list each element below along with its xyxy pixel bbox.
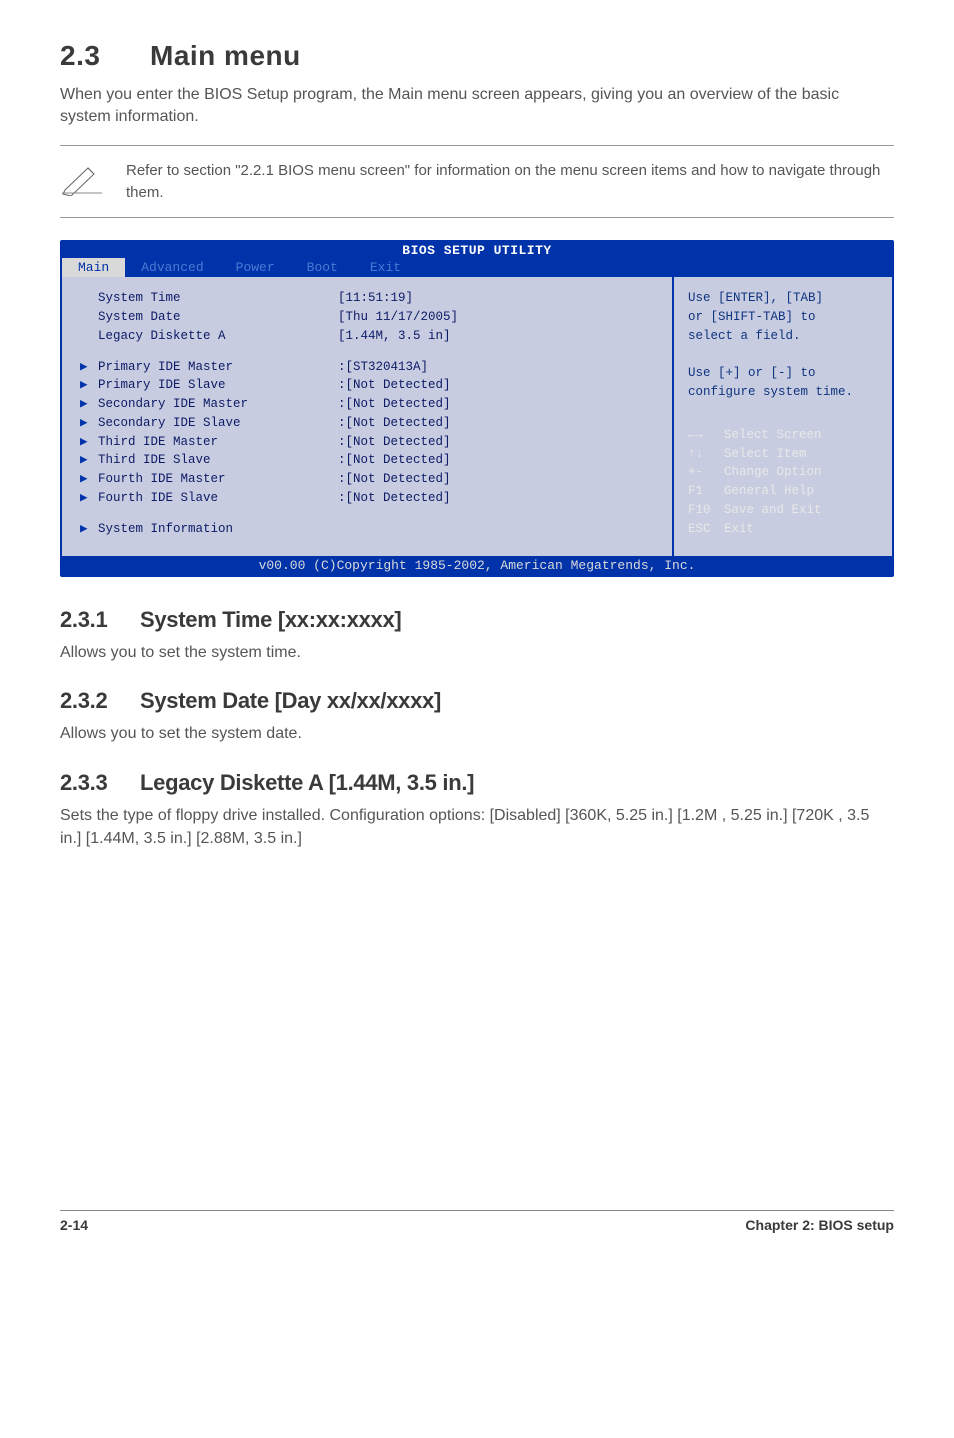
subsection-title-text: Legacy Diskette A [1.44M, 3.5 in.] [140,770,474,795]
row-value: [11:51:19] [338,289,413,308]
intro-paragraph: When you enter the BIOS Setup program, t… [60,84,894,129]
row-value: :[Not Detected] [338,470,451,489]
subsection-number: 2.3.2 [60,688,140,714]
bios-main-panel: System Time[11:51:19] System Date[Thu 11… [62,277,672,556]
hint-desc: Exit [724,522,754,536]
note-box: Refer to section "2.2.1 BIOS menu screen… [60,145,894,219]
bios-tabs: Main Advanced Power Boot Exit [62,258,892,277]
triangle-icon: ▶ [80,470,98,489]
bios-copyright: v00.00 (C)Copyright 1985-2002, American … [62,556,892,575]
row-label: Primary IDE Slave [98,376,338,395]
bios-screenshot: BIOS SETUP UTILITY Main Advanced Power B… [60,240,894,577]
row-label: Fourth IDE Slave [98,489,338,508]
row-value: [Thu 11/17/2005] [338,308,458,327]
subsection-title: 2.3.3Legacy Diskette A [1.44M, 3.5 in.] [60,770,894,796]
hint-key: ↑↓ [688,445,724,464]
triangle-icon: ▶ [80,395,98,414]
bios-help-panel: Use [ENTER], [TAB] or [SHIFT-TAB] to sel… [672,277,892,556]
triangle-icon: ▶ [80,414,98,433]
note-text: Refer to section "2.2.1 BIOS menu screen… [126,160,894,204]
tab-boot: Boot [291,258,354,277]
row-value: :[Not Detected] [338,451,451,470]
row-label: System Date [98,308,338,327]
subsection-title-text: System Date [Day xx/xx/xxxx] [140,688,441,713]
row-value: :[Not Detected] [338,489,451,508]
hint-key: F1 [688,482,724,501]
subsection-body: Allows you to set the system time. [60,641,894,664]
row-value: :[Not Detected] [338,395,451,414]
row-label: Primary IDE Master [98,358,338,377]
page-footer: 2-14 Chapter 2: BIOS setup [60,1210,894,1233]
page-number: 2-14 [60,1217,88,1233]
row-label: System Information [98,520,338,539]
triangle-icon: ▶ [80,489,98,508]
hint-desc: Select Screen [724,428,822,442]
bios-key-hints: ←→Select Screen ↑↓Select Item +-Change O… [688,426,880,539]
tab-main: Main [62,258,125,277]
triangle-icon: ▶ [80,358,98,377]
bios-title: BIOS SETUP UTILITY [62,242,892,258]
row-label: Secondary IDE Slave [98,414,338,433]
row-label: Legacy Diskette A [98,327,338,346]
hint-key: ESC [688,520,724,539]
section-title: 2.3Main menu [60,40,894,72]
tab-exit: Exit [354,258,417,277]
pencil-icon [60,160,104,201]
row-label: Secondary IDE Master [98,395,338,414]
triangle-icon: ▶ [80,376,98,395]
hint-desc: Select Item [724,447,807,461]
subsection-number: 2.3.1 [60,607,140,633]
tab-power: Power [220,258,291,277]
triangle-icon: ▶ [80,451,98,470]
hint-key: +- [688,463,724,482]
section-number: 2.3 [60,40,150,72]
row-value: :[Not Detected] [338,414,451,433]
subsection-body: Allows you to set the system date. [60,722,894,745]
section-title-text: Main menu [150,40,301,71]
subsection-body: Sets the type of floppy drive installed.… [60,804,894,850]
subsection-number: 2.3.3 [60,770,140,796]
hint-desc: Save and Exit [724,503,822,517]
row-label: Third IDE Slave [98,451,338,470]
row-value: :[ST320413A] [338,358,428,377]
tab-advanced: Advanced [125,258,219,277]
triangle-icon: ▶ [80,520,98,539]
triangle-icon: ▶ [80,433,98,452]
hint-desc: General Help [724,484,814,498]
row-label: Fourth IDE Master [98,470,338,489]
chapter-label: Chapter 2: BIOS setup [745,1217,894,1233]
row-label: Third IDE Master [98,433,338,452]
hint-desc: Change Option [724,465,822,479]
row-value: :[Not Detected] [338,376,451,395]
subsection-title: 2.3.1System Time [xx:xx:xxxx] [60,607,894,633]
hint-key: ←→ [688,426,724,445]
subsection-title-text: System Time [xx:xx:xxxx] [140,607,401,632]
row-value: [1.44M, 3.5 in] [338,327,451,346]
subsection-title: 2.3.2System Date [Day xx/xx/xxxx] [60,688,894,714]
hint-key: F10 [688,501,724,520]
row-value: :[Not Detected] [338,433,451,452]
bios-help-text: Use [ENTER], [TAB] or [SHIFT-TAB] to sel… [688,289,880,402]
row-label: System Time [98,289,338,308]
